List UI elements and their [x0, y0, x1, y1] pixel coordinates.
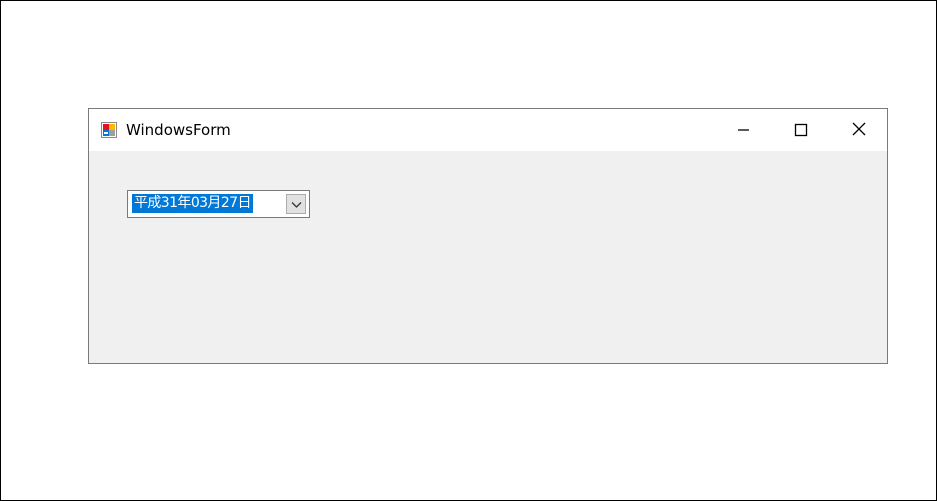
close-icon: [852, 122, 866, 136]
chevron-down-icon: [291, 202, 302, 208]
maximize-icon: [794, 123, 808, 137]
date-time-picker[interactable]: 平成31年03月27日: [127, 190, 310, 218]
windows-form-app-icon: [101, 122, 117, 138]
close-button[interactable]: [836, 109, 882, 151]
minimize-button[interactable]: [720, 109, 766, 151]
screenshot-frame: WindowsForm 平成31年03月27日: [0, 0, 937, 501]
window-title: WindowsForm: [126, 121, 231, 139]
form-client-area: 平成31年03月27日: [89, 151, 887, 363]
date-dropdown-button[interactable]: [286, 194, 306, 214]
minimize-icon: [738, 129, 749, 131]
title-bar[interactable]: WindowsForm: [89, 109, 887, 151]
date-value-text[interactable]: 平成31年03月27日: [132, 194, 253, 213]
windows-form-window: WindowsForm 平成31年03月27日: [88, 108, 888, 364]
maximize-button[interactable]: [777, 109, 823, 151]
